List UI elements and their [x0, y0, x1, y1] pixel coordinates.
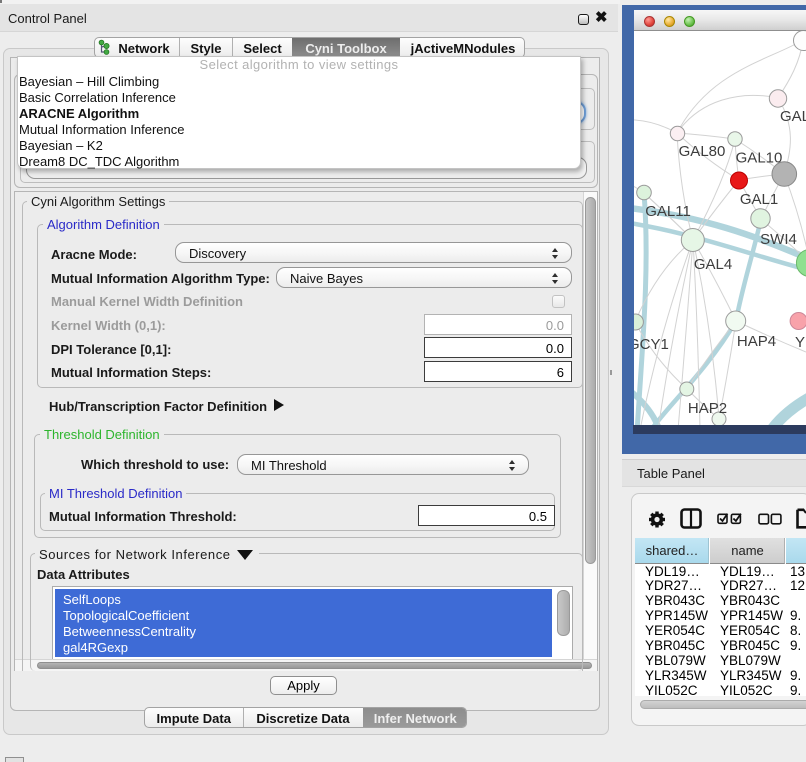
svg-text:SWI4: SWI4	[760, 231, 797, 248]
svg-text:HAP4: HAP4	[737, 333, 776, 350]
svg-text:GAL11: GAL11	[645, 203, 691, 220]
svg-text:GAL4: GAL4	[694, 256, 732, 273]
svg-text:HAP2: HAP2	[688, 400, 727, 417]
svg-text:GAL2: GAL2	[780, 108, 806, 125]
svg-text:GAL80: GAL80	[679, 143, 726, 160]
svg-text:GAL10: GAL10	[736, 150, 783, 167]
svg-text:GAL1: GAL1	[740, 191, 778, 208]
svg-text:Y: Y	[795, 334, 805, 351]
svg-text:GCY1: GCY1	[634, 336, 669, 353]
